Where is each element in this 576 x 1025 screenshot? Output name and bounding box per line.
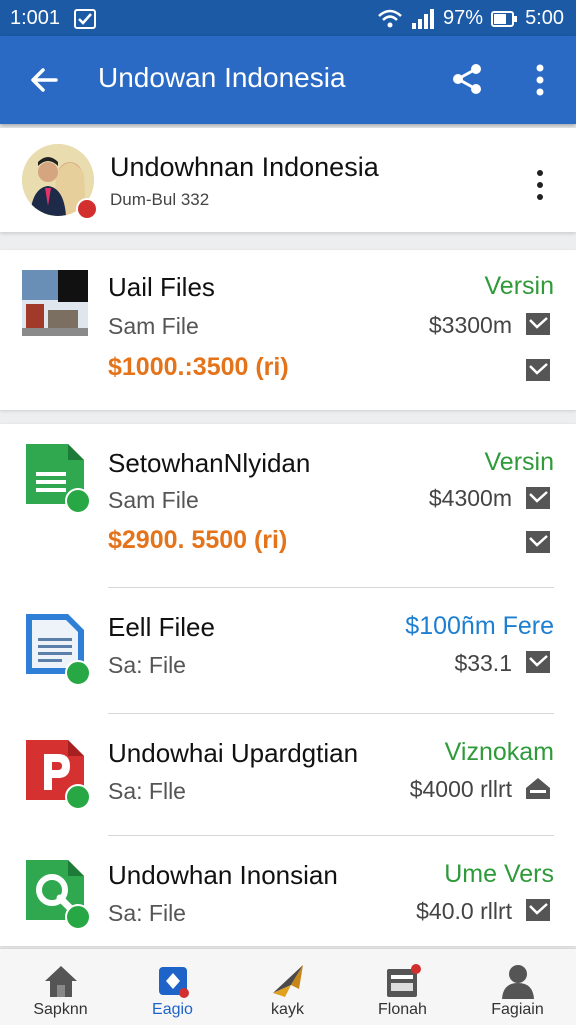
share-icon[interactable]: [450, 62, 484, 96]
file-subtitle: Sa: File: [108, 652, 186, 678]
profile-subtitle: Dum-Bul 332: [110, 190, 210, 209]
file-size: $3300m: [428, 312, 512, 338]
file-price: $1000.:3500 (ri): [108, 353, 289, 381]
battery-icon: [491, 10, 518, 27]
file-title: Undowhan Inonsian: [108, 860, 338, 890]
file-row[interactable]: SetowhanNlyidan Sam File $2900. 5500 (ri…: [0, 424, 576, 588]
file-size: $4300m: [428, 485, 512, 511]
file-size: $4000 rllrt: [409, 776, 512, 802]
nav-label: Flonah: [378, 1001, 427, 1018]
file-size: $33.1: [454, 650, 512, 676]
battery-percent: 97%: [443, 7, 484, 29]
file-title: Undowhai Upardgtian: [108, 738, 359, 768]
person-icon: [502, 965, 534, 999]
nav-item-profile[interactable]: Fagiain: [460, 949, 575, 1025]
status-box-icon[interactable]: [525, 898, 551, 922]
status-bar: 1:001 97% 5:00: [0, 0, 576, 36]
file-title: SetowhanNlyidan: [108, 448, 311, 478]
check-badge-icon: [65, 904, 91, 930]
file-row[interactable]: Eell Filee Sa: File $100ñm Fere $33.1: [0, 588, 576, 714]
file-tag: Versin: [484, 272, 554, 300]
bottom-nav: Sapknn Eagio kayk Flonah Fagiain: [0, 948, 576, 1025]
file-subtitle: Sam File: [108, 487, 199, 513]
nav-label: kayk: [271, 1001, 304, 1018]
file-row[interactable]: Uail Files Sam File $1000.:3500 (ri) Ver…: [0, 250, 576, 410]
app-icon: [159, 967, 189, 998]
inbox-icon: [387, 964, 421, 997]
status-box-icon[interactable]: [525, 358, 551, 382]
check-badge-icon: [65, 488, 91, 514]
nav-label: Fagiain: [491, 1001, 544, 1018]
signal-icon: [412, 8, 435, 29]
compass-icon: [273, 965, 303, 997]
inbox-tray-icon[interactable]: [525, 776, 551, 800]
nav-label: Eagio: [152, 1001, 193, 1018]
file-title: Uail Files: [108, 272, 215, 302]
file-subtitle: Sa: Flle: [108, 778, 186, 804]
file-tag: Viznokam: [444, 738, 554, 766]
app-bar-title: Undowan Indonesia: [98, 62, 346, 93]
profile-more-icon[interactable]: [528, 168, 552, 202]
app-bar: Undowan Indonesia: [0, 36, 576, 124]
profile-name: Undowhnan Indonesia: [110, 152, 379, 182]
status-clock: 5:00: [525, 7, 564, 29]
nav-item-inbox[interactable]: Flonah: [345, 949, 460, 1025]
profile-card[interactable]: Undowhnan Indonesia Dum-Bul 332: [0, 128, 576, 232]
file-price: $2900. 5500 (ri): [108, 526, 288, 554]
image-thumbnail-icon: [22, 270, 88, 336]
nav-item-home[interactable]: Sapknn: [3, 949, 118, 1025]
more-vert-icon[interactable]: [524, 62, 556, 98]
wifi-icon: [378, 9, 402, 27]
nav-item-app[interactable]: Eagio: [115, 949, 230, 1025]
file-row[interactable]: Undowhan Inonsian Sa: File Ume Vers $40.…: [0, 836, 576, 946]
status-time: 1:001: [10, 7, 61, 29]
nav-label: Sapknn: [33, 1001, 88, 1018]
file-tag: Ume Vers: [444, 860, 554, 888]
avatar-badge: [76, 198, 98, 220]
check-badge-icon: [65, 660, 91, 686]
file-subtitle: Sa: File: [108, 900, 186, 926]
status-box-icon[interactable]: [525, 486, 551, 510]
home-icon: [45, 966, 77, 997]
status-box-icon[interactable]: [525, 312, 551, 336]
file-title: Eell Filee: [108, 612, 215, 642]
file-tag: Versin: [484, 448, 554, 476]
file-subtitle: Sam File: [108, 313, 199, 339]
file-row[interactable]: Undowhai Upardgtian Sa: Flle Viznokam $4…: [0, 714, 576, 836]
checkbox-notification-icon: [74, 8, 97, 29]
check-badge-icon: [65, 784, 91, 810]
status-box-icon[interactable]: [525, 530, 551, 554]
file-list-card: SetowhanNlyidan Sam File $2900. 5500 (ri…: [0, 424, 576, 946]
nav-item-explore[interactable]: kayk: [230, 949, 345, 1025]
back-arrow-icon[interactable]: [26, 62, 62, 98]
file-tag: $100ñm Fere: [405, 612, 554, 640]
file-card: Uail Files Sam File $1000.:3500 (ri) Ver…: [0, 250, 576, 410]
status-box-icon[interactable]: [525, 650, 551, 674]
file-size: $40.0 rllrt: [416, 898, 512, 924]
